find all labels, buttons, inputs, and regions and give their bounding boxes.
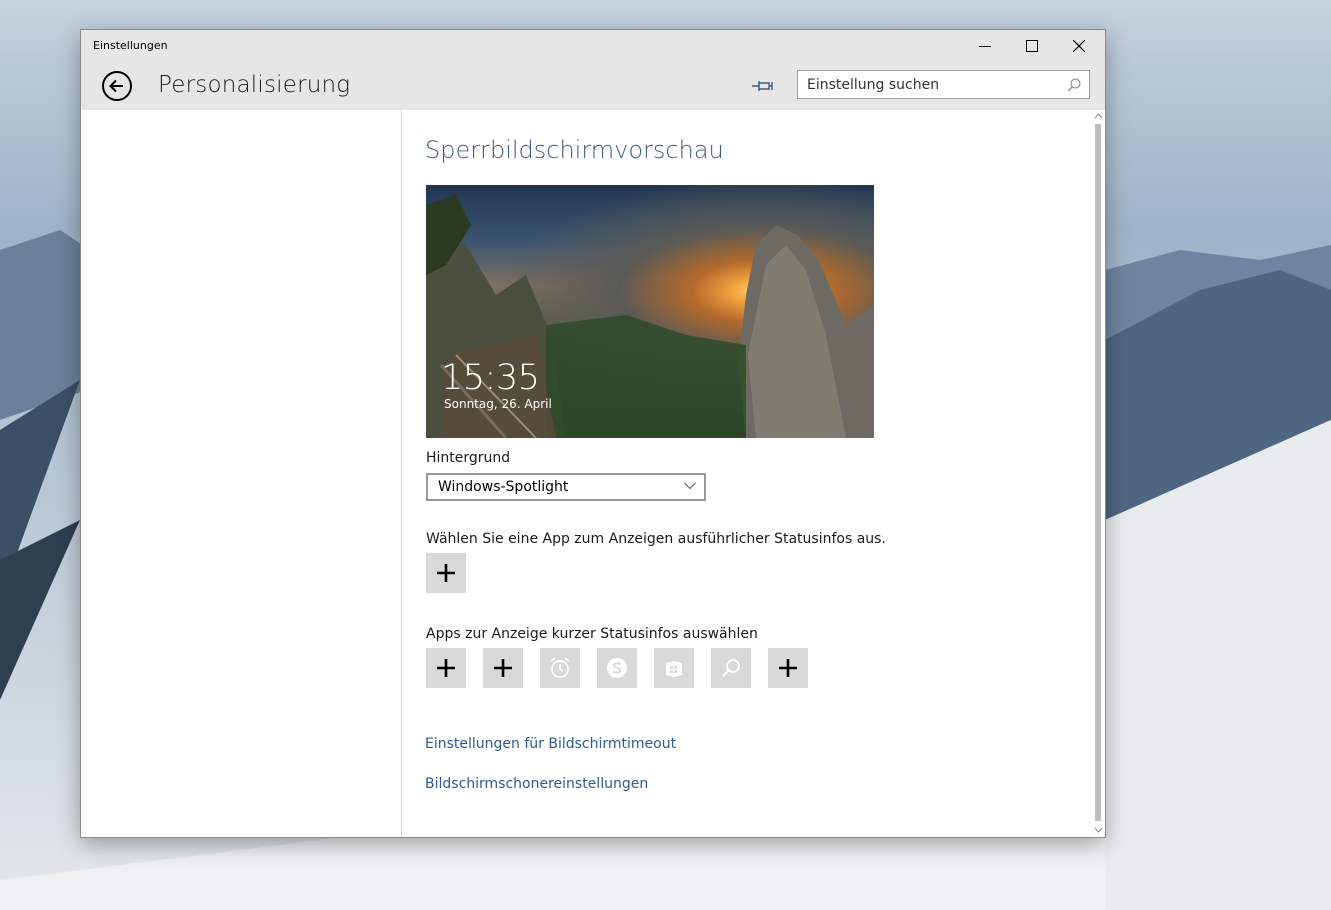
skype-icon xyxy=(607,658,627,678)
pin-button[interactable] xyxy=(751,76,775,96)
background-label: Hintergrund xyxy=(426,450,511,466)
preview-date: Sonntag, 26. April xyxy=(444,397,552,411)
settings-window: Einstellungen Personalisierung Einstellu… xyxy=(81,30,1105,837)
scroll-up-icon[interactable] xyxy=(1094,112,1103,120)
store-icon xyxy=(666,661,682,677)
page-title: Personalisierung xyxy=(158,72,351,98)
detailed-status-app-button[interactable] xyxy=(426,553,466,593)
search-icon xyxy=(722,659,740,677)
minimize-button[interactable] xyxy=(962,30,1008,62)
back-button[interactable] xyxy=(101,70,133,102)
quick-status-app-1[interactable] xyxy=(426,648,466,688)
screen-timeout-link[interactable]: Einstellungen für Bildschirmtimeout xyxy=(425,736,676,752)
close-button[interactable] xyxy=(1056,30,1102,62)
quick-status-app-3[interactable] xyxy=(540,648,580,688)
title-bar: Einstellungen xyxy=(81,30,1105,62)
lock-screen-content: Sperrbildschirmvorschau 15:35 Sonntag, 2… xyxy=(402,110,1092,837)
alarm-icon xyxy=(550,657,570,678)
detailed-status-label: Wählen Sie eine App zum Anzeigen ausführ… xyxy=(426,531,886,547)
quick-status-app-7[interactable] xyxy=(768,648,808,688)
screensaver-settings-link[interactable]: Bildschirmschonereinstellungen xyxy=(425,776,648,792)
maximize-button[interactable] xyxy=(1009,30,1055,62)
quick-status-label: Apps zur Anzeige kurzer Statusinfos ausw… xyxy=(426,626,758,642)
maximize-icon xyxy=(1026,40,1038,52)
scroll-down-icon[interactable] xyxy=(1094,826,1103,834)
scrollbar-thumb[interactable] xyxy=(1095,124,1101,821)
plus-icon xyxy=(437,659,455,677)
sidebar xyxy=(81,110,402,837)
background-dropdown[interactable]: Windows-Spotlight xyxy=(426,473,706,501)
close-icon xyxy=(1073,40,1085,52)
settings-header: Personalisierung xyxy=(81,62,1105,110)
search-box[interactable] xyxy=(797,70,1090,99)
quick-status-app-2[interactable] xyxy=(483,648,523,688)
minimize-icon xyxy=(979,46,991,47)
plus-icon xyxy=(437,564,455,582)
search-icon[interactable] xyxy=(1067,78,1081,92)
quick-status-app-5[interactable] xyxy=(654,648,694,688)
plus-icon xyxy=(779,659,797,677)
preview-time: 15:35 xyxy=(441,358,540,398)
background-dropdown-value: Windows-Spotlight xyxy=(438,479,569,495)
back-arrow-icon xyxy=(102,71,132,101)
search-input[interactable] xyxy=(807,75,1057,95)
window-title: Einstellungen xyxy=(93,39,168,52)
lock-screen-preview: 15:35 Sonntag, 26. April xyxy=(426,185,874,438)
plus-icon xyxy=(494,659,512,677)
chevron-down-icon xyxy=(684,482,696,490)
pin-icon xyxy=(752,81,773,91)
vertical-scrollbar[interactable] xyxy=(1092,110,1105,837)
quick-status-app-6[interactable] xyxy=(711,648,751,688)
section-title: Sperrbildschirmvorschau xyxy=(425,136,724,164)
quick-status-app-4[interactable] xyxy=(597,648,637,688)
